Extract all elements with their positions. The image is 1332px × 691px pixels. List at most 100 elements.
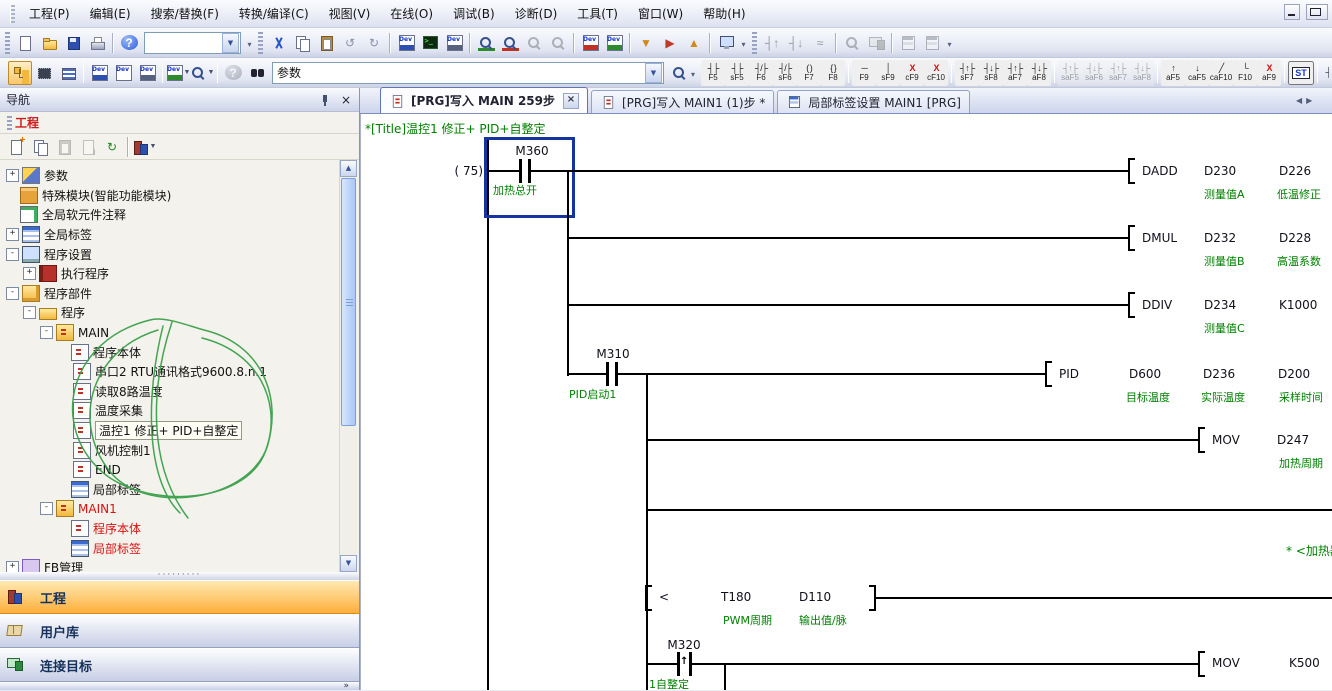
document-find-button[interactable] [667, 61, 691, 85]
save-project-button[interactable] [61, 31, 85, 55]
fkey-aF9-button[interactable]: XaF9 [1257, 60, 1281, 86]
module-configuration-button[interactable] [32, 61, 56, 85]
nav-button-工程[interactable]: 工程 [0, 580, 359, 614]
instruction-bracket[interactable] [1128, 158, 1135, 184]
fkey-F6-button[interactable]: ┤/├F6 [749, 60, 773, 86]
document-tab[interactable]: [PRG]写入 MAIN1 (1)步 * [591, 90, 774, 113]
tree-item-END[interactable]: END [0, 460, 338, 480]
fkey-caF10-button[interactable]: ╱caF10 [1209, 60, 1233, 86]
toolbar-grip[interactable] [752, 32, 757, 54]
tree-expand-icon[interactable]: + [6, 561, 19, 572]
operand[interactable]: D228 [1279, 231, 1311, 245]
tree-item-程序本体[interactable]: 程序本体 [0, 342, 338, 362]
fkey-sF5-button[interactable]: ┤├sF5 [725, 60, 749, 86]
document-tab[interactable]: 局部标签设置 MAIN1 [PRG] [777, 90, 970, 113]
menu-item[interactable]: 帮助(H) [693, 2, 755, 25]
instruction-bracket[interactable] [1198, 651, 1205, 677]
tree-expand-icon[interactable]: + [6, 228, 19, 241]
menu-item[interactable]: 视图(V) [319, 2, 381, 25]
output-window-button[interactable] [56, 61, 80, 85]
operand[interactable]: D200 [1278, 367, 1310, 381]
menu-item[interactable]: 搜索/替换(F) [141, 2, 229, 25]
tree-item-串口2 RTU通讯格式9600.8.n.1[interactable]: 串口2 RTU通讯格式9600.8.n.1 [0, 362, 338, 382]
instruction-mnemonic[interactable]: MOV [1212, 656, 1240, 670]
fkey-F10-button[interactable]: └F10 [1233, 60, 1257, 86]
device-find-dropdown-button[interactable]: ▼ [190, 61, 214, 85]
pin-icon[interactable] [319, 94, 331, 106]
chevron-down-icon[interactable]: ▼ [208, 69, 215, 76]
toolbar-overflow-button[interactable]: ▾ [738, 32, 749, 54]
operand[interactable]: D232 [1204, 231, 1236, 245]
tree-item-风机控制1[interactable]: 风机控制1 [0, 440, 338, 460]
tree-expand-icon[interactable]: - [40, 502, 53, 515]
operand[interactable]: D226 [1279, 164, 1311, 178]
compare-bracket-left[interactable] [645, 585, 652, 611]
operand[interactable]: K1000 [1279, 298, 1317, 312]
toolbar-overflow-button[interactable]: ▾ [691, 62, 695, 84]
new-project-button[interactable] [13, 31, 37, 55]
toolbar-grip[interactable] [258, 32, 263, 54]
fkey-cF10-button[interactable]: XcF10 [924, 60, 948, 86]
menu-item[interactable]: 诊断(D) [505, 2, 568, 25]
comment-edit-button[interactable] [1321, 61, 1332, 85]
fkey-F5-button[interactable]: ┤├F5 [701, 60, 725, 86]
fkey-F9-button[interactable]: ─F9 [852, 60, 876, 86]
nav-sort-filter-button[interactable]: ▼ [132, 135, 156, 159]
tree-expand-icon[interactable]: - [40, 326, 53, 339]
chevron-down-icon[interactable]: ▼ [150, 143, 157, 150]
st-editor-button[interactable]: ST [1288, 61, 1314, 85]
tree-item-局部标签[interactable]: 局部标签 [0, 480, 338, 500]
fkey-cF9-button[interactable]: XcF9 [900, 60, 924, 86]
tree-item-程序本体[interactable]: 程序本体 [0, 519, 338, 539]
nav-button-连接目标[interactable]: 连接目标 [0, 648, 359, 682]
tree-item-MAIN1[interactable]: -MAIN1 [0, 499, 338, 519]
device-batch-find-button[interactable] [442, 31, 466, 55]
find-target-combo-value[interactable]: 参数 [273, 64, 644, 81]
instruction-mnemonic[interactable]: MOV [1212, 433, 1240, 447]
device-test-stop-button[interactable] [578, 31, 602, 55]
menu-item[interactable]: 编辑(E) [80, 2, 141, 25]
undo-button[interactable]: ↺ [338, 31, 362, 55]
menu-item[interactable]: 在线(O) [380, 2, 443, 25]
instruction-bracket[interactable] [1045, 361, 1052, 387]
fkey-aF5-button[interactable]: ↑aF5 [1161, 60, 1185, 86]
device-test-button[interactable] [602, 31, 626, 55]
menu-item[interactable]: 转换/编译(C) [229, 2, 319, 25]
fkey-caF5-button[interactable]: ↓caF5 [1185, 60, 1209, 86]
menu-item[interactable]: 工程(P) [19, 2, 80, 25]
instruction-mnemonic[interactable]: PID [1059, 367, 1079, 381]
help-button[interactable]: ? [117, 31, 141, 55]
device-monitor-terminal-button[interactable] [418, 31, 442, 55]
fkey-sF7-button[interactable]: ┤↑├sF7 [955, 60, 979, 86]
verify-with-plc-button[interactable]: ▲ [682, 31, 706, 55]
tree-item-执行程序[interactable]: +执行程序 [0, 264, 338, 284]
close-icon[interactable]: × [339, 93, 353, 107]
instruction-bracket[interactable] [1128, 292, 1135, 318]
fkey-sF8-button[interactable]: ┤↓├sF8 [979, 60, 1003, 86]
restore-icon[interactable] [1306, 4, 1328, 20]
tree-expand-icon[interactable]: + [6, 169, 19, 182]
tree-item-读取8路温度[interactable]: 读取8路温度 [0, 382, 338, 402]
operand[interactable]: D236 [1203, 367, 1235, 381]
panel-splitter[interactable]: ········· [0, 572, 359, 580]
toolbar-overflow-button[interactable]: ▾ [244, 32, 255, 54]
operand[interactable]: K500 [1289, 656, 1320, 670]
tab-close-icon[interactable]: × [563, 93, 579, 109]
tree-item-温控1 修正+ PID+自整定[interactable]: 温控1 修正+ PID+自整定 [0, 421, 338, 441]
device-reference-button[interactable] [135, 61, 159, 85]
chevron-down-icon[interactable]: ▼ [222, 33, 239, 53]
tree-item-程序部件[interactable]: -程序部件 [0, 284, 338, 304]
instruction-mnemonic[interactable]: DMUL [1142, 231, 1177, 245]
tree-expand-icon[interactable]: + [23, 267, 36, 280]
navigation-window-toggle-button[interactable] [8, 61, 32, 85]
redo-button[interactable]: ↻ [362, 31, 386, 55]
tree-item-MAIN[interactable]: -MAIN [0, 323, 338, 343]
copy-button[interactable] [290, 31, 314, 55]
print-button[interactable] [85, 31, 109, 55]
document-tab[interactable]: [PRG]写入 MAIN 259步× [380, 87, 588, 113]
device-display-button[interactable]: ▼ [166, 61, 190, 85]
fkey-F7-button[interactable]: ( )F7 [797, 60, 821, 86]
tree-item-程序设置[interactable]: -程序设置 [0, 244, 338, 264]
scroll-down-icon[interactable]: ▼ [340, 555, 357, 572]
compare-bracket-right[interactable] [869, 585, 876, 611]
